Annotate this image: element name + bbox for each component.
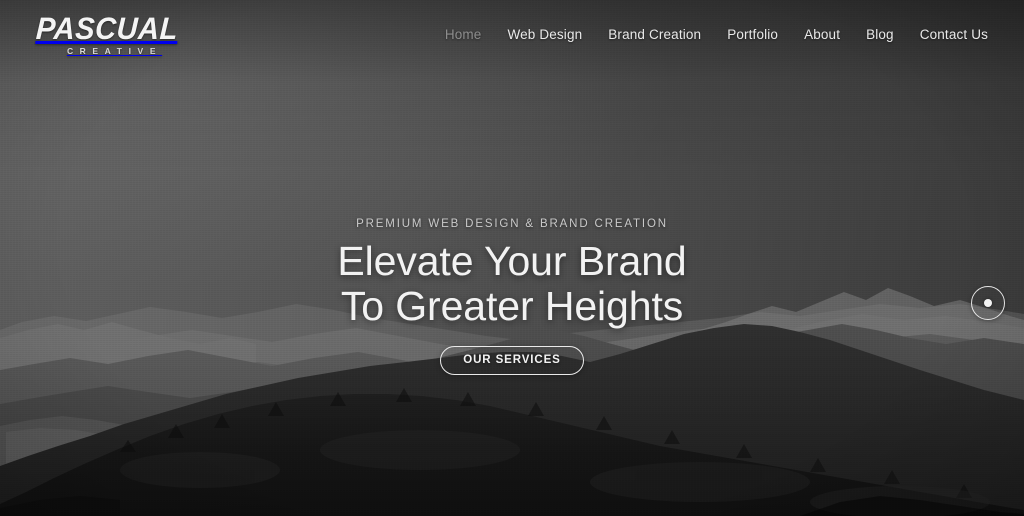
nav-item-home[interactable]: Home bbox=[445, 27, 482, 42]
main-navigation: Home Web Design Brand Creation Portfolio… bbox=[445, 27, 988, 42]
logo-primary-text: PASCUAL bbox=[35, 10, 179, 46]
nav-item-blog[interactable]: Blog bbox=[866, 27, 894, 42]
hero-content: PREMIUM WEB DESIGN & BRAND CREATION Elev… bbox=[0, 218, 1024, 375]
hero-headline: Elevate Your Brand To Greater Heights bbox=[0, 241, 1024, 327]
logo-secondary-text: CREATIVE bbox=[66, 45, 163, 56]
hero-headline-line-1: Elevate Your Brand bbox=[337, 238, 687, 284]
nav-item-web-design[interactable]: Web Design bbox=[507, 27, 582, 42]
hero-cta-wrapper: OUR SERVICES bbox=[0, 346, 1024, 375]
nav-item-about[interactable]: About bbox=[804, 27, 840, 42]
nav-item-brand-creation[interactable]: Brand Creation bbox=[608, 27, 701, 42]
hero-section: PASCUAL CREATIVE Home Web Design Brand C… bbox=[0, 0, 1024, 516]
our-services-button[interactable]: OUR SERVICES bbox=[440, 346, 584, 375]
site-logo[interactable]: PASCUAL CREATIVE bbox=[35, 10, 187, 56]
hero-headline-line-2: To Greater Heights bbox=[340, 283, 684, 329]
site-header: PASCUAL CREATIVE Home Web Design Brand C… bbox=[0, 0, 1024, 68]
scroll-indicator-dot bbox=[984, 299, 992, 307]
nav-item-portfolio[interactable]: Portfolio bbox=[727, 27, 778, 42]
hero-eyebrow-text: PREMIUM WEB DESIGN & BRAND CREATION bbox=[356, 218, 668, 230]
nav-item-contact-us[interactable]: Contact Us bbox=[920, 27, 988, 42]
scroll-indicator-icon[interactable] bbox=[971, 286, 1005, 320]
